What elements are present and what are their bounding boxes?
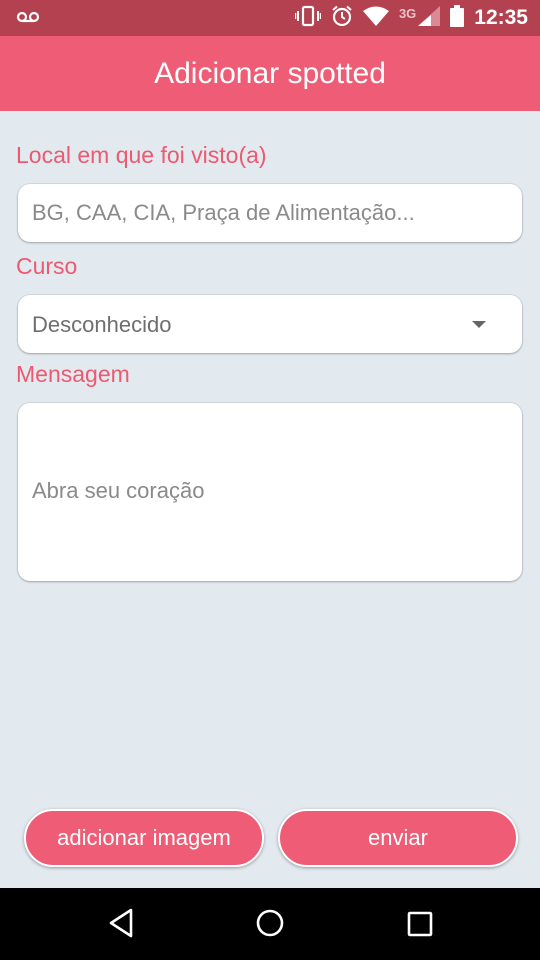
course-select[interactable]: Desconhecido xyxy=(18,295,522,353)
status-time: 12:35 xyxy=(474,6,528,29)
location-label: Local em que foi visto(a) xyxy=(16,142,267,168)
alarm-icon xyxy=(331,5,353,32)
battery-icon xyxy=(450,4,465,32)
network-type-label: 3G xyxy=(398,5,417,21)
signal-icon xyxy=(418,5,441,31)
wifi-icon xyxy=(362,6,389,31)
chevron-down-icon xyxy=(472,321,486,328)
home-icon[interactable] xyxy=(256,909,284,942)
back-icon[interactable] xyxy=(108,908,134,943)
recents-icon[interactable] xyxy=(407,911,433,942)
navigation-bar xyxy=(0,888,540,960)
add-image-button[interactable]: adicionar imagem xyxy=(24,809,264,867)
location-input[interactable]: BG, CAA, CIA, Praça de Alimentação... xyxy=(18,184,522,242)
course-label: Curso xyxy=(16,253,78,279)
send-button[interactable]: enviar xyxy=(278,809,518,867)
message-label: Mensagem xyxy=(16,361,130,387)
app-bar: Adicionar spotted xyxy=(0,36,540,111)
screen: 3G 12:35 Adicionar spotted Local em que … xyxy=(0,0,540,960)
message-placeholder: Abra seu coração xyxy=(32,478,205,503)
message-textarea[interactable]: Abra seu coração xyxy=(18,403,522,581)
status-bar: 3G 12:35 xyxy=(0,0,540,36)
location-placeholder: BG, CAA, CIA, Praça de Alimentação... xyxy=(32,200,415,225)
voicemail-icon xyxy=(16,9,40,30)
page-title: Adicionar spotted xyxy=(154,56,386,90)
course-selected-value: Desconhecido xyxy=(32,312,172,337)
vibrate-icon xyxy=(294,5,322,32)
